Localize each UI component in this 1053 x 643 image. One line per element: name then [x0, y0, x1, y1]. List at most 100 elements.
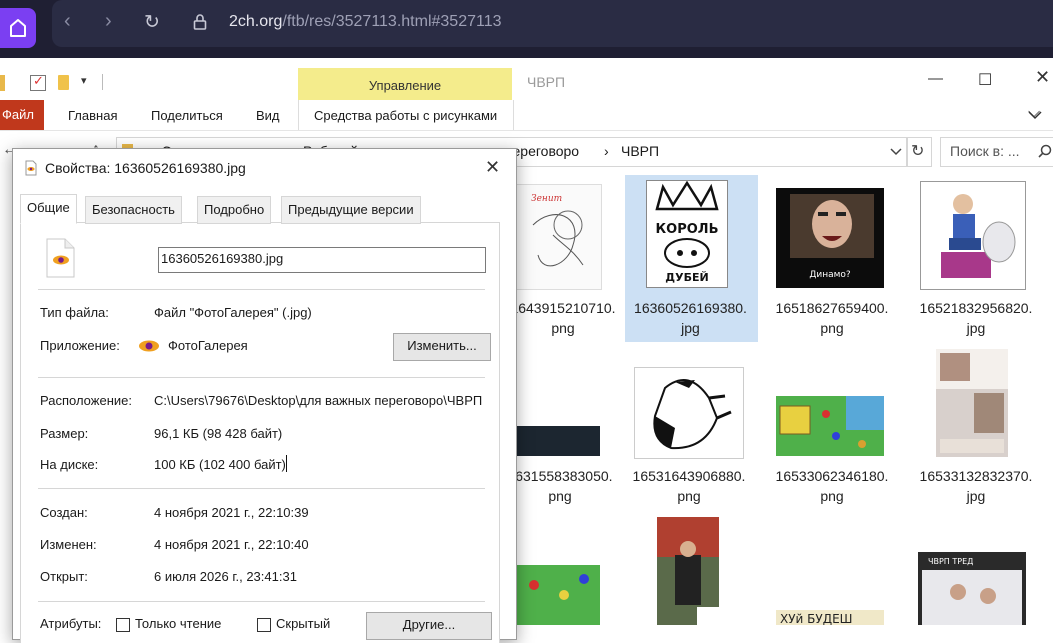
home-icon	[10, 19, 26, 37]
file-name-line: 16533132832370.	[919, 468, 1033, 484]
thumb-text: ХУй БУДЕШ	[780, 612, 852, 625]
thumb-text: Динамо?	[809, 270, 851, 280]
file-name[interactable]: 16521832956820. jpg	[912, 298, 1040, 338]
tab-security[interactable]: Безопасность	[85, 196, 182, 224]
breadcrumb-sep-icon[interactable]: ›	[604, 143, 609, 159]
lock-icon	[193, 14, 207, 30]
readonly-label: Только чтение	[135, 616, 222, 631]
file-thumbnail[interactable]	[920, 181, 1026, 290]
file-name[interactable]: 1631558383050. png	[505, 466, 615, 506]
file-thumbnail[interactable]: ЧВРП ТРЕД	[918, 552, 1026, 625]
url-text[interactable]: 2ch.org/ftb/res/3527113.html#3527113	[229, 13, 502, 31]
hidden-label: Скрытый	[276, 616, 331, 631]
file-name[interactable]: 16518627659400. png	[768, 298, 896, 338]
file-name-line: 16360526169380.	[634, 300, 747, 316]
file-name-ext: jpg	[681, 320, 700, 336]
file-name-ext: png	[820, 488, 844, 504]
customize-toolbar-icon[interactable]: ▾	[81, 74, 87, 87]
maximize-icon[interactable]: ☐	[978, 70, 992, 90]
modified-label: Изменен:	[40, 537, 97, 552]
tab-view[interactable]: Вид	[256, 108, 280, 123]
opened-value: 6 июля 2026 г., 23:41:31	[154, 569, 297, 584]
reload-icon[interactable]: ↻	[144, 11, 160, 34]
file-name-ext: png	[551, 320, 575, 336]
filename-field[interactable]: 16360526169380.jpg	[158, 247, 486, 273]
file-name-line: 1631558383050.	[507, 468, 613, 484]
forward-icon[interactable]: ›	[105, 10, 112, 33]
app-value: ФотоГалерея	[168, 338, 248, 353]
file-thumbnail[interactable]	[514, 565, 600, 625]
window-title: ЧВРП	[527, 74, 566, 90]
chevron-down-icon[interactable]	[1027, 110, 1043, 120]
url-path: /ftb/res/3527113.html#3527113	[282, 13, 502, 30]
file-thumbnail[interactable]: Динамо?	[776, 188, 884, 288]
breadcrumb-item[interactable]: ЧВРП	[621, 143, 659, 159]
divider	[38, 377, 485, 378]
tab-file[interactable]: Файл	[0, 100, 44, 130]
tab-previous-versions[interactable]: Предыдущие версии	[281, 196, 421, 224]
size-label: Размер:	[40, 426, 89, 441]
search-icon[interactable]	[1038, 144, 1052, 158]
file-name[interactable]: 16533132832370. jpg	[912, 466, 1040, 506]
location-value[interactable]: C:\Users\79676\Desktop\для важных перего…	[154, 393, 485, 408]
thumb-text: КОРОЛЬ	[656, 222, 719, 237]
tab-share[interactable]: Поделиться	[151, 108, 223, 123]
toolbar-divider	[102, 74, 103, 90]
size-value: 96,1 КБ (98 428 байт)	[154, 426, 283, 441]
chevron-down-icon[interactable]	[889, 147, 903, 156]
thumb-text: ЧВРП ТРЕД	[928, 557, 973, 566]
file-thumbnail[interactable]: ХУй БУДЕШ	[776, 610, 884, 626]
disk-label: На диске:	[40, 457, 99, 472]
file-name-ext: jpg	[966, 488, 986, 504]
properties-icon[interactable]: ✓	[30, 73, 46, 91]
close-icon[interactable]: ✕	[485, 157, 500, 178]
refresh-icon: ↻	[911, 143, 925, 160]
file-name-ext: png	[677, 488, 701, 504]
browser-home-button[interactable]	[0, 8, 36, 48]
file-name[interactable]: 16531643906880. png	[625, 466, 753, 506]
type-label: Тип файла:	[40, 305, 109, 320]
file-thumbnail[interactable]: Зенит	[512, 184, 602, 290]
readonly-checkbox[interactable]	[116, 618, 130, 632]
file-icon	[25, 160, 37, 176]
location-label: Расположение:	[40, 393, 132, 408]
file-name-line: 16533062346180.	[775, 468, 889, 484]
app-label: Приложение:	[40, 338, 120, 353]
change-button[interactable]: Изменить...	[393, 333, 491, 361]
file-thumbnail[interactable]	[936, 349, 1008, 457]
minimize-icon[interactable]: —	[928, 70, 943, 87]
url-domain: 2ch.org	[229, 13, 283, 30]
advanced-button[interactable]: Другие...	[366, 612, 492, 640]
tab-general[interactable]: Общие	[20, 194, 77, 224]
photo-gallery-icon	[139, 340, 159, 352]
created-value: 4 ноября 2021 г., 22:10:39	[154, 505, 309, 520]
file-thumbnail[interactable]	[634, 367, 744, 459]
file-name-line: 16518627659400.	[775, 300, 889, 316]
tab-home[interactable]: Главная	[68, 108, 117, 123]
tab-picture-tools-label: Средства работы с рисунками	[314, 108, 498, 123]
search-placeholder: Поиск в: ...	[950, 143, 1020, 159]
tab-manage[interactable]: Управление	[298, 78, 512, 93]
file-name[interactable]: 16533062346180. png	[768, 466, 896, 506]
file-thumbnail[interactable]: КОРОЛЬ ДУБЕЙ	[646, 180, 728, 288]
folder-icon	[0, 75, 5, 91]
tab-details[interactable]: Подробно	[197, 196, 272, 224]
divider	[38, 488, 485, 489]
new-folder-icon[interactable]	[58, 75, 69, 90]
file-name[interactable]: 16360526169380. jpg	[625, 298, 756, 338]
back-icon[interactable]: ‹	[64, 10, 71, 33]
type-value: Файл "ФотоГалерея" (.jpg)	[154, 305, 312, 320]
hidden-checkbox[interactable]	[257, 618, 271, 632]
file-name-line: 16521832956820.	[919, 300, 1033, 316]
close-window-icon[interactable]: ✕	[1035, 67, 1050, 88]
file-name-line: 1643915210710.	[510, 300, 616, 316]
file-name-ext: png	[548, 488, 572, 504]
modified-value: 4 ноября 2021 г., 22:10:40	[154, 537, 309, 552]
refresh-button[interactable]: ↻	[906, 137, 932, 167]
dialog-title: Свойства: 16360526169380.jpg	[45, 160, 246, 176]
file-thumbnail[interactable]	[657, 517, 719, 625]
file-name[interactable]: 1643915210710. png	[508, 298, 618, 338]
text-cursor	[286, 455, 287, 472]
file-thumbnail[interactable]	[776, 396, 884, 456]
file-thumbnail[interactable]	[514, 426, 600, 456]
